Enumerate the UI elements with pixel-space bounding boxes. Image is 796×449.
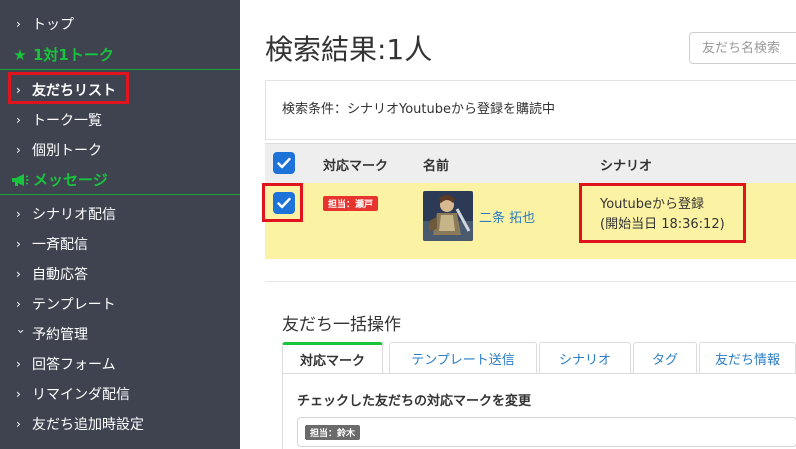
sidebar-item-label: シナリオ配信 [32, 207, 116, 223]
chevron-down-icon: › [14, 329, 28, 334]
sidebar-item-label: 一斉配信 [32, 237, 88, 253]
chevron-right-icon: › [16, 113, 21, 127]
highlight-box [8, 72, 129, 104]
search-condition-box: 検索条件：シナリオYoutubeから登録を購読中 [265, 80, 796, 140]
chevron-right-icon: › [16, 297, 21, 311]
sidebar-item-label: 自動応答 [32, 267, 88, 283]
mark-select[interactable]: 担当：鈴木 [297, 417, 796, 447]
tab-scenario[interactable]: シナリオ [539, 342, 631, 374]
sidebar-section-label: 1対1トーク [33, 46, 114, 64]
panel-label: チェックした友だちの対応マークを変更 [297, 394, 532, 409]
tab-friend-info[interactable]: 友だち情報 [699, 342, 796, 374]
tab-panel-mark: チェックした友だちの対応マークを変更 担当：鈴木 [282, 373, 796, 449]
bulk-operation-title: 友だち一括操作 [282, 315, 401, 335]
sidebar-item-label: 回答フォーム [32, 357, 116, 373]
selected-mark-badge: 担当：鈴木 [305, 425, 361, 440]
sidebar-item-top[interactable]: › トップ [0, 9, 240, 39]
table-header: 対応マーク 名前 シナリオ [265, 143, 796, 183]
highlight-box [262, 183, 303, 222]
sidebar-item-auto-reply[interactable]: › 自動応答 [0, 259, 240, 289]
tab-mark[interactable]: 対応マーク [282, 342, 383, 374]
chevron-right-icon: › [16, 417, 21, 431]
sidebar-item-label: 個別トーク [32, 143, 102, 159]
chevron-right-icon: › [16, 387, 21, 401]
tab-tag[interactable]: タグ [633, 342, 697, 374]
sidebar-item-talk-list[interactable]: › トーク一覧 [0, 105, 240, 135]
check-icon [277, 157, 291, 169]
sidebar-item-broadcast[interactable]: › 一斉配信 [0, 229, 240, 259]
chevron-right-icon: › [16, 17, 21, 31]
sidebar-section-label: メッセージ [33, 171, 108, 189]
sidebar-item-label: トーク一覧 [32, 113, 102, 129]
chevron-right-icon: › [16, 237, 21, 251]
mark-badge: 担当：瀬戸 [323, 196, 379, 211]
divider [265, 281, 796, 282]
column-header-name: 名前 [423, 159, 450, 174]
sidebar-item-answer-form[interactable]: › 回答フォーム [0, 349, 240, 379]
column-header-scenario: シナリオ [600, 159, 653, 174]
sidebar: › トップ ★ 1対1トーク › 友だちリスト › トーク一覧 › 個別トーク … [0, 0, 240, 449]
main-content: 検索結果:1人 検索条件：シナリオYoutubeから登録を購読中 対応マーク 名… [240, 0, 796, 449]
sidebar-item-individual-talk[interactable]: › 個別トーク [0, 135, 240, 165]
sidebar-item-label: 予約管理 [32, 327, 88, 343]
chevron-right-icon: › [16, 357, 21, 371]
column-header-mark: 対応マーク [323, 159, 389, 174]
friend-name-link[interactable]: 二条 拓也 [479, 207, 535, 226]
sidebar-item-friend-add-settings[interactable]: › 友だち追加時設定 [0, 409, 240, 439]
sidebar-item-reminder[interactable]: › リマインダ配信 [0, 379, 240, 409]
sidebar-section-message: メッセージ [0, 165, 240, 195]
sidebar-item-label: テンプレート [32, 297, 116, 313]
sidebar-item-label: 友だち追加時設定 [32, 417, 144, 433]
avatar[interactable] [423, 191, 473, 241]
star-icon: ★ [13, 45, 27, 64]
search-input[interactable] [689, 32, 796, 64]
search-condition-text: 検索条件：シナリオYoutubeから登録を購読中 [282, 102, 555, 117]
tab-template-send[interactable]: テンプレート送信 [389, 342, 537, 374]
megaphone-icon [10, 173, 30, 187]
page-title: 検索結果:1人 [265, 33, 433, 66]
sidebar-item-label: リマインダ配信 [32, 387, 130, 403]
bulk-tabs: 対応マーク テンプレート送信 シナリオ タグ 友だち情報 [282, 342, 796, 374]
select-all-checkbox[interactable] [273, 152, 295, 174]
sidebar-section-one-on-one: ★ 1対1トーク [0, 40, 240, 70]
chevron-right-icon: › [16, 207, 21, 221]
sidebar-item-template[interactable]: › テンプレート [0, 289, 240, 319]
sidebar-item-reservation[interactable]: › 予約管理 [0, 319, 240, 349]
sidebar-item-scenario[interactable]: › シナリオ配信 [0, 199, 240, 229]
chevron-right-icon: › [16, 143, 21, 157]
sidebar-item-label: トップ [32, 17, 74, 33]
chevron-right-icon: › [16, 267, 21, 281]
highlight-box [579, 183, 746, 243]
